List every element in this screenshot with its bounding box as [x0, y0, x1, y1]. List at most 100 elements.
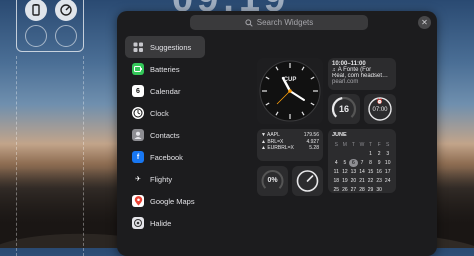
calendar-day: [349, 150, 358, 158]
clock-icon: [132, 107, 144, 119]
weekday-label: S: [386, 142, 390, 148]
calendar-day: 8: [369, 160, 372, 166]
lock-widget-empty-slot[interactable]: [55, 25, 77, 47]
weekday-label: M: [342, 142, 347, 148]
calendar-event-widget[interactable]: 10:00–11:00 ♫ A Fonte (For Real, com hea…: [328, 58, 396, 90]
sidebar-item-suggestions[interactable]: Suggestions: [125, 36, 205, 58]
stocks-widget[interactable]: ▼ AAPL 179.56 ▲ BRL=X 4.927 ▲ EURBRL=X 5.28: [257, 129, 323, 161]
calendar-day: 22: [367, 178, 374, 184]
sidebar-item-clock[interactable]: Clock: [125, 102, 205, 124]
sidebar-item-facebook[interactable]: f Facebook: [125, 146, 205, 168]
sidebar-item-label: Halide: [150, 218, 172, 228]
battery-widget[interactable]: 0%: [257, 166, 288, 196]
calendar-day: 16: [376, 169, 382, 175]
calendar-day: 27: [350, 187, 357, 193]
calendar-day: 26: [342, 187, 348, 193]
calendar-day: 7: [360, 160, 364, 166]
calendar-day: 1: [369, 151, 372, 157]
calendar-day: [341, 150, 350, 158]
calendar-day: 4: [334, 160, 338, 166]
alarm-icon: ⏰: [376, 99, 384, 105]
sidebar-item-label: Google Maps: [150, 196, 195, 206]
calendar-day: 13: [350, 169, 357, 175]
event-detail: pearl.com: [332, 79, 359, 85]
stock-value: 5.28: [309, 145, 319, 151]
ring-value: 07:00: [372, 107, 388, 113]
weekday-label: T: [369, 142, 373, 148]
sidebar-item-label: Clock: [150, 108, 169, 118]
calendar-day: 19: [342, 178, 348, 184]
calendar-day: 15: [367, 169, 374, 175]
calendar-day: 3: [386, 151, 390, 157]
squares-icon: [132, 41, 144, 53]
calendar-day: 18: [333, 178, 340, 184]
calendar-day: 5: [343, 160, 347, 166]
search-widgets-field[interactable]: Search Widgets: [190, 15, 368, 30]
sidebar-item-calendar[interactable]: 6 Calendar: [125, 80, 205, 102]
contacts-icon: [132, 129, 144, 141]
sidebar-item-flighty[interactable]: ✈ Flighty: [125, 168, 205, 190]
calendar-day: 6: [349, 159, 358, 167]
analog-clock-face: [259, 60, 321, 122]
camera-icon: [132, 217, 144, 229]
calendar-day: 30: [376, 187, 382, 193]
plane-icon: ✈: [132, 173, 144, 185]
calendar-day: 24: [384, 178, 391, 184]
calendar-day: 29: [367, 187, 374, 193]
lock-screen-widget-area[interactable]: [16, 0, 84, 52]
calendar-day: [332, 150, 341, 158]
timer-icon: [296, 170, 319, 192]
sidebar-item-label: Flighty: [150, 174, 173, 184]
battery-value: 0%: [267, 177, 278, 184]
stock-symbol: ▲ EURBRL=X: [261, 145, 294, 151]
sidebar-item-google-maps[interactable]: Google Maps: [125, 190, 205, 212]
weekday-label: S: [334, 142, 338, 148]
month-name: JUNE: [332, 132, 347, 138]
calendar-day: 23: [376, 178, 382, 184]
alarm-ring-widget[interactable]: ⏰ 07:00: [364, 94, 396, 124]
month-calendar-widget[interactable]: JUNE S M T W T F S 1 2 3 4 5 6 7 8 9 10 11 12 13 14 15 16 17 18 1…: [328, 129, 396, 193]
widget-app-list: Suggestions Batteries 6 Calendar Clock C…: [125, 36, 205, 234]
sidebar-item-label: Facebook: [150, 152, 183, 162]
sidebar-item-label: Calendar: [150, 86, 181, 96]
sidebar-item-contacts[interactable]: Contacts: [125, 124, 205, 146]
lock-widget-empty-slot[interactable]: [25, 25, 47, 47]
battery-icon: [32, 4, 40, 16]
ring-value: 16: [338, 104, 349, 114]
stock-row: ▲ EURBRL=X 5.28: [261, 145, 319, 152]
lock-widget-timer[interactable]: [55, 0, 77, 21]
clock-city-label: CUP: [283, 77, 297, 83]
widget-placement-guide: [16, 56, 84, 256]
sidebar-item-halide[interactable]: Halide: [125, 212, 205, 234]
calendar-day: 11: [333, 169, 339, 175]
weekday-label: W: [359, 142, 365, 148]
calendar-day: [358, 150, 367, 158]
calendar-day: 9: [377, 160, 381, 166]
calendar-day: [383, 186, 392, 194]
calendar-day: 25: [333, 187, 340, 193]
battery-icon: [132, 63, 144, 75]
temperature-ring-widget[interactable]: 16: [328, 94, 360, 124]
calendar-day: 20: [350, 178, 357, 184]
search-icon: [245, 18, 253, 27]
month-days-grid: S M T W T F S 1 2 3 4 5 6 7 8 9 10 11 12 13 14 15 16 17 18 19 20 21…: [332, 141, 392, 194]
widget-gallery-sheet: Search Widgets ✕ Suggestions Batteries 6…: [117, 11, 437, 256]
calendar-day: 14: [359, 169, 365, 175]
lock-widget-battery[interactable]: [25, 0, 47, 21]
calendar-icon: 6: [132, 85, 144, 97]
weekday-label: T: [351, 142, 355, 148]
close-button[interactable]: ✕: [418, 16, 431, 29]
analog-clock-widget[interactable]: CUP: [257, 58, 323, 124]
sidebar-item-label: Contacts: [150, 130, 180, 140]
sidebar-item-batteries[interactable]: Batteries: [125, 58, 205, 80]
timer-icon: [60, 4, 72, 16]
search-placeholder: Search Widgets: [256, 18, 314, 27]
sidebar-item-label: Batteries: [150, 64, 180, 74]
timer-widget[interactable]: [292, 166, 323, 196]
facebook-icon: f: [132, 151, 144, 163]
calendar-day: 28: [359, 187, 365, 193]
calendar-day: 12: [342, 169, 348, 175]
map-pin-icon: [132, 195, 144, 207]
calendar-day: 10: [384, 160, 391, 166]
calendar-day: 17: [384, 169, 391, 175]
